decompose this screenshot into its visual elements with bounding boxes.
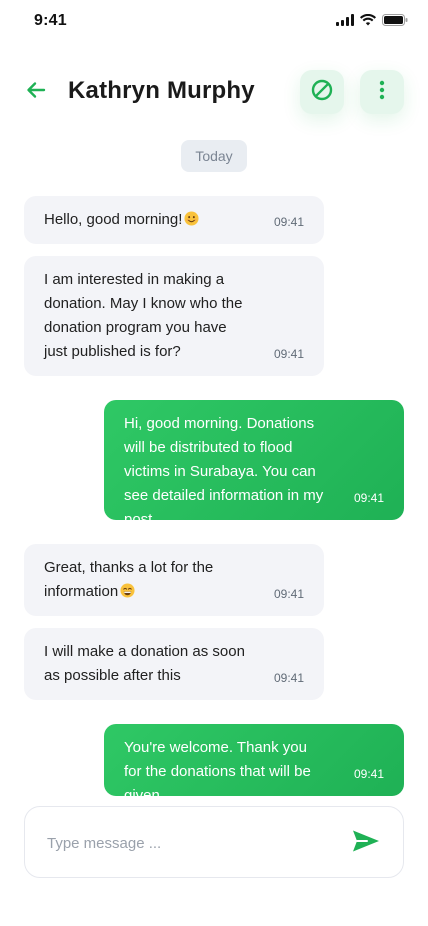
message-incoming[interactable]: Great, thanks a lot for the information … bbox=[24, 544, 324, 616]
grinning-face-emoji-icon bbox=[120, 582, 135, 598]
more-vertical-icon bbox=[379, 80, 385, 105]
message-time: 09:41 bbox=[273, 215, 304, 229]
message-time: 09:41 bbox=[353, 767, 384, 781]
message-input[interactable] bbox=[47, 829, 337, 857]
message-time: 09:41 bbox=[353, 491, 384, 505]
message-time: 09:41 bbox=[273, 347, 304, 361]
status-icons bbox=[336, 14, 408, 26]
arrow-left-icon bbox=[25, 79, 47, 106]
contact-name: Kathryn Murphy bbox=[68, 77, 255, 104]
message-text: I will make a donation as soon as possib… bbox=[44, 643, 245, 684]
message-text: You're welcome. Thank you for the donati… bbox=[124, 739, 311, 804]
status-bar: 9:41 bbox=[0, 0, 428, 44]
wifi-icon bbox=[360, 14, 376, 26]
message-text: I am interested in making a donation. Ma… bbox=[44, 271, 243, 360]
message-time: 09:41 bbox=[273, 671, 304, 685]
message-composer bbox=[24, 806, 404, 878]
message-outgoing[interactable]: You're welcome. Thank you for the donati… bbox=[104, 724, 404, 804]
status-time: 9:41 bbox=[34, 12, 67, 29]
message-text: Hi, good morning. Donations will be dist… bbox=[124, 415, 324, 528]
more-options-button[interactable] bbox=[360, 70, 404, 114]
message-incoming[interactable]: Hello, good morning! 09:41 bbox=[24, 196, 324, 244]
date-separator: Today bbox=[181, 140, 247, 172]
block-button[interactable] bbox=[300, 70, 344, 114]
back-button[interactable] bbox=[22, 78, 50, 106]
message-time: 09:41 bbox=[273, 587, 304, 601]
signal-icon bbox=[336, 14, 354, 26]
send-icon bbox=[352, 829, 380, 858]
message-outgoing[interactable]: Hi, good morning. Donations will be dist… bbox=[104, 400, 404, 528]
message-incoming[interactable]: I will make a donation as soon as possib… bbox=[24, 628, 324, 700]
message-text: Hello, good morning! bbox=[44, 211, 183, 228]
block-icon bbox=[310, 78, 334, 107]
battery-icon bbox=[382, 14, 408, 26]
message-incoming[interactable]: I am interested in making a donation. Ma… bbox=[24, 256, 324, 376]
send-button[interactable] bbox=[351, 829, 381, 857]
smiling-face-emoji-icon bbox=[184, 210, 199, 226]
chat-header: Kathryn Murphy bbox=[0, 68, 428, 116]
